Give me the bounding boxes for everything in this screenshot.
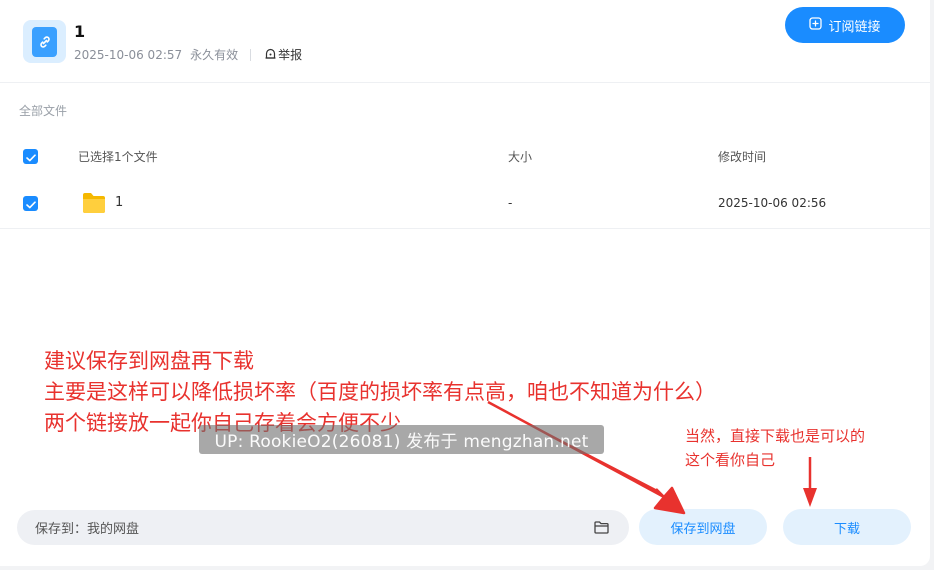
- breadcrumb[interactable]: 全部文件: [19, 102, 67, 119]
- download-button[interactable]: 下载: [783, 509, 911, 545]
- row-checkbox[interactable]: [23, 196, 38, 211]
- annotation-line: 主要是这样可以降低损坏率（百度的损坏率有点高，咱也不知道为什么）: [44, 380, 716, 404]
- share-date: 2025-10-06 02:57: [74, 47, 183, 62]
- save-path-field[interactable]: 保存到： 我的网盘: [17, 510, 629, 545]
- link-icon: [23, 20, 66, 63]
- save-path-label: 保存到：: [35, 522, 88, 537]
- save-to-drive-button[interactable]: 保存到网盘: [639, 509, 767, 545]
- folder-outline-icon[interactable]: [594, 521, 609, 534]
- subscribe-label: 订阅链接: [828, 19, 881, 35]
- column-header-modified: 修改时间: [718, 150, 767, 164]
- share-title: 1: [74, 22, 86, 41]
- checkbox-checked-icon: [25, 194, 36, 213]
- file-size: -: [508, 196, 513, 210]
- share-meta: 2025-10-06 02:57 永久有效 举报: [74, 46, 302, 63]
- annotation-side: 当然，直接下载也是可以的 这个看你自己: [685, 424, 865, 472]
- column-header-size: 大小: [508, 150, 533, 164]
- row-divider: [0, 228, 930, 229]
- save-path-value: 我的网盘: [87, 522, 140, 537]
- watermark: UP: RookieO2(26081) 发布于 mengzhan.net: [199, 425, 604, 454]
- annotation-line: 建议保存到网盘再下载: [44, 349, 254, 373]
- select-all-checkbox[interactable]: [23, 149, 38, 164]
- subscribe-link-button[interactable]: 订阅链接: [785, 7, 905, 43]
- meta-divider: [250, 48, 252, 61]
- column-header-selected: 已选择1个文件: [78, 150, 158, 164]
- subscribe-plus-icon: [809, 16, 823, 34]
- file-name[interactable]: 1: [115, 195, 123, 210]
- report-label: 举报: [278, 48, 303, 62]
- folder-icon: [82, 192, 106, 214]
- file-modified: 2025-10-06 02:56: [718, 196, 827, 210]
- share-header: 1 2025-10-06 02:57 永久有效 举报 订阅链接: [0, 0, 930, 83]
- report-link[interactable]: 举报: [265, 46, 302, 63]
- share-card: 1 2025-10-06 02:57 永久有效 举报 订阅链接 全部文件 已选择…: [0, 0, 930, 566]
- report-icon: [265, 48, 276, 62]
- annotation-line: 当然，直接下载也是可以的: [685, 427, 866, 445]
- checkbox-checked-icon: [25, 147, 36, 166]
- share-validity: 永久有效: [190, 48, 239, 62]
- annotation-line: 这个看你自己: [685, 451, 776, 469]
